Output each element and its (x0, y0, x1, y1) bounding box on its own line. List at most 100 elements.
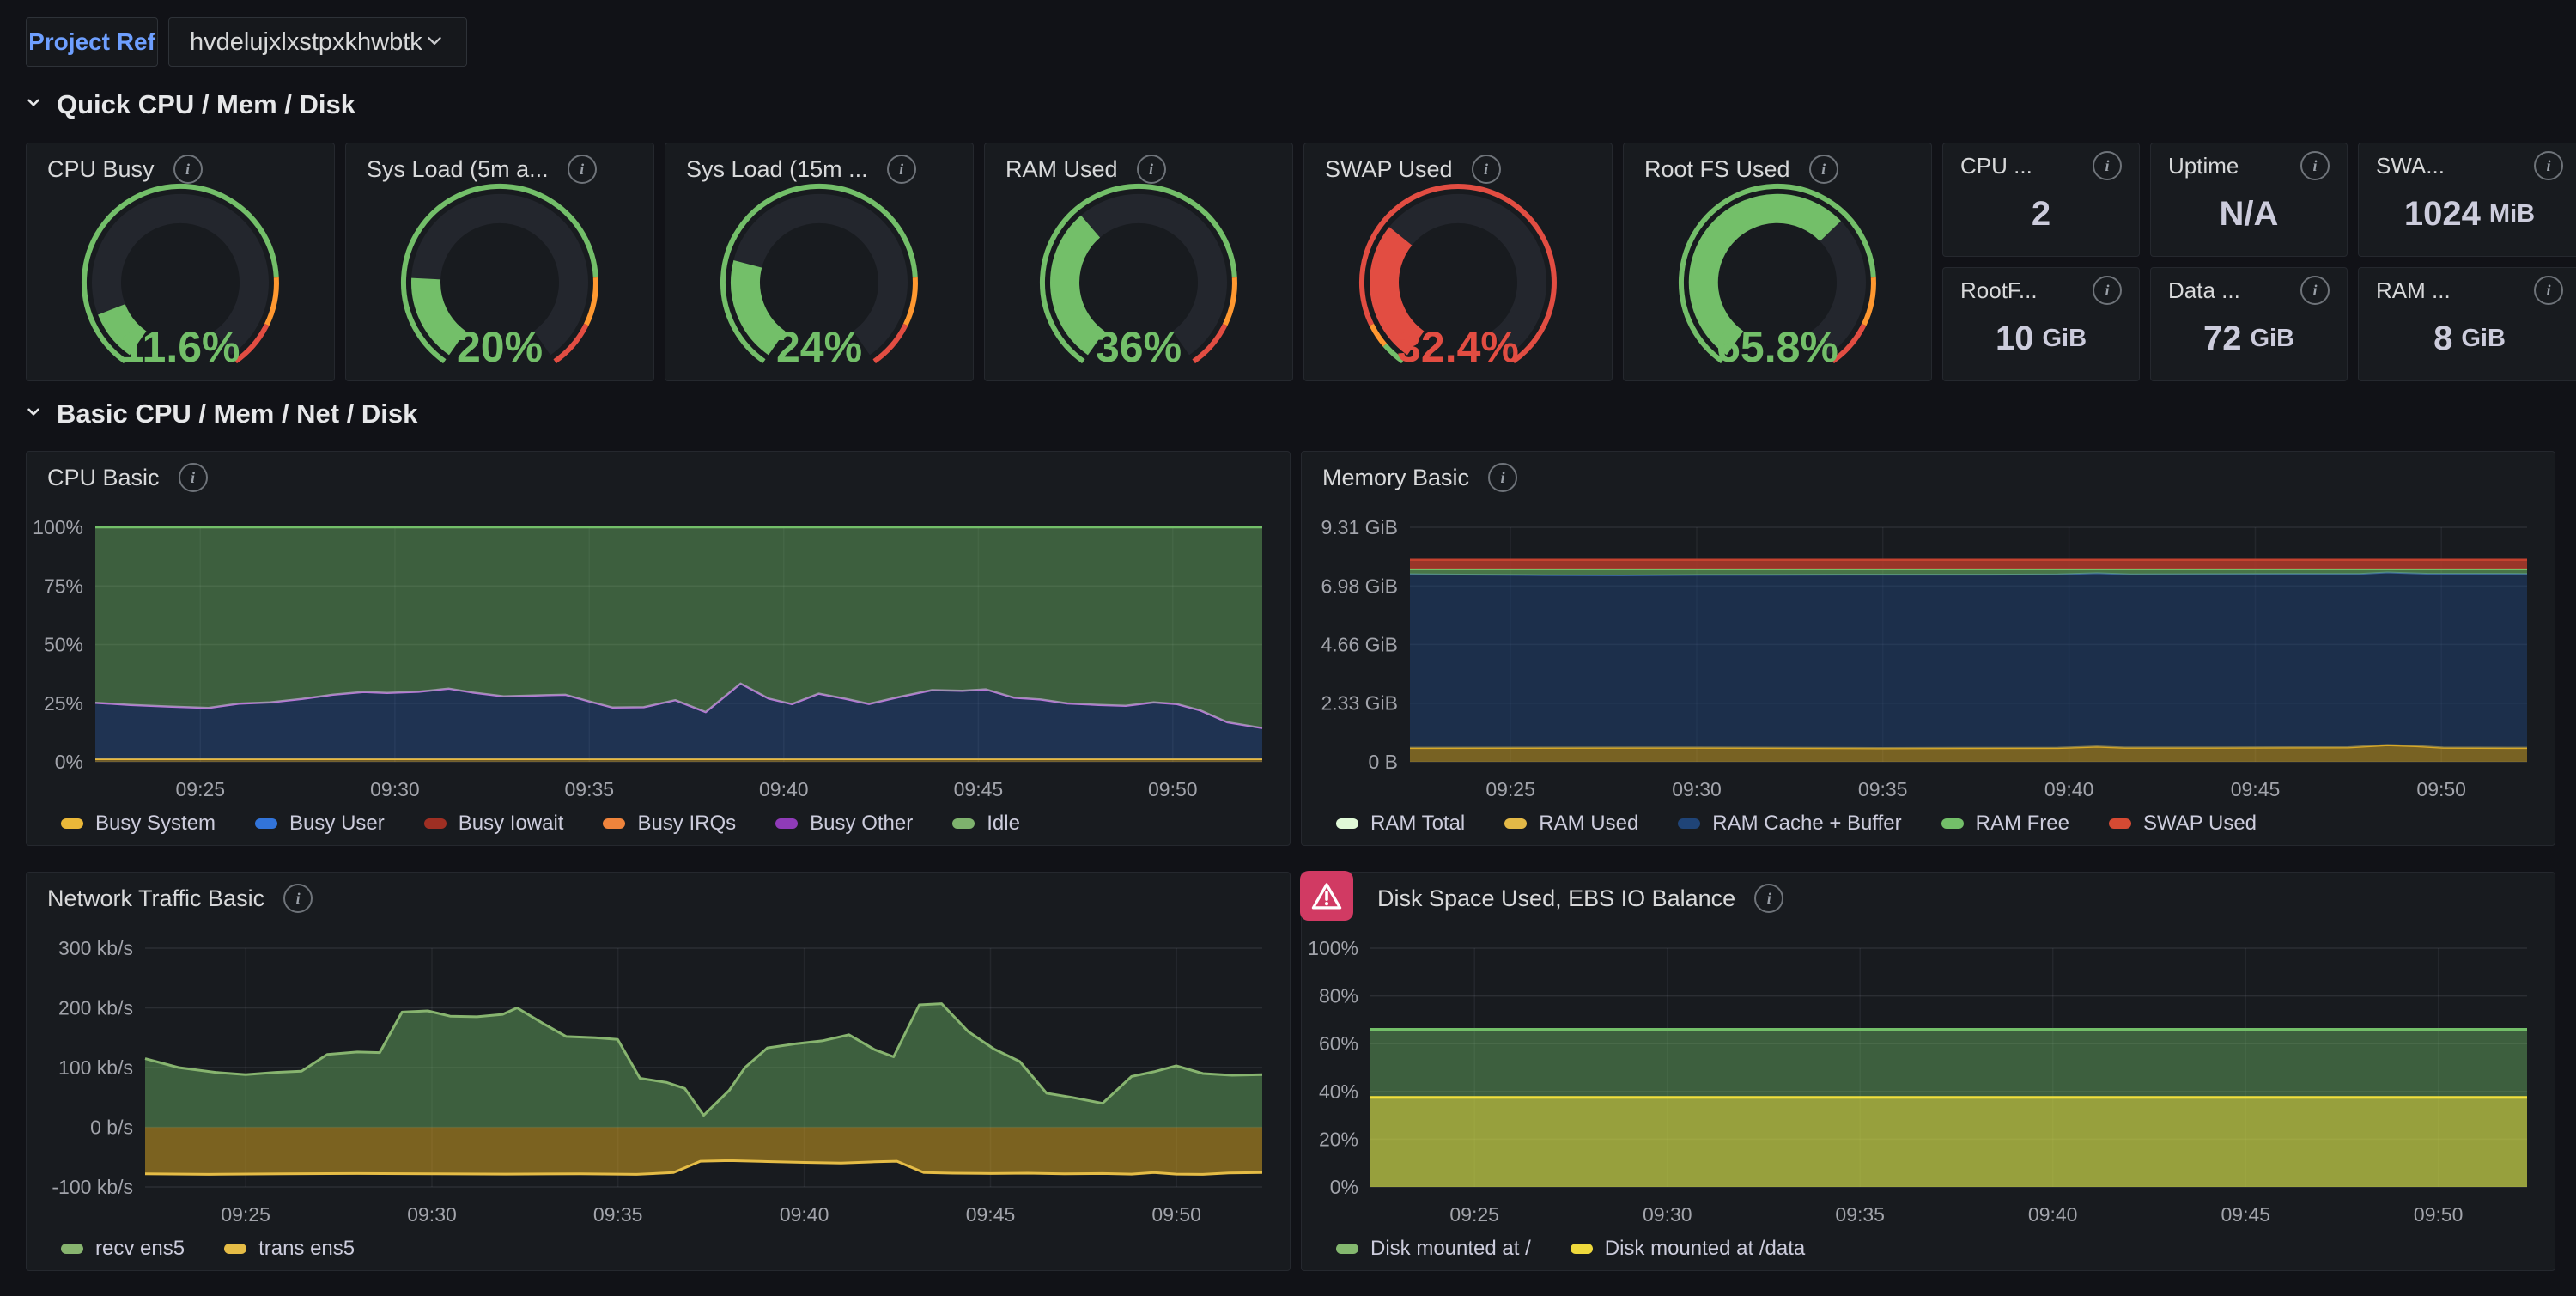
panel-title[interactable]: CPU Busy (47, 156, 155, 183)
panel-title[interactable]: Network Traffic Basic (47, 885, 264, 912)
svg-text:11.6%: 11.6% (120, 323, 240, 371)
legend-item-trans-ens5[interactable]: trans ens5 (224, 1237, 355, 1261)
panel-disk-space-used: Disk Space Used, EBS IO Balance i 0%20%4… (1301, 872, 2555, 1271)
info-icon[interactable]: i (1488, 463, 1517, 492)
panel-title[interactable]: Memory Basic (1322, 465, 1469, 491)
panel-rootf: RootF...i10GiB (1942, 267, 2140, 381)
panel-cpu: CPU ... i 2 (1942, 143, 2140, 257)
panel-title[interactable]: Disk Space Used, EBS IO Balance (1377, 885, 1735, 912)
info-icon[interactable]: i (1137, 155, 1166, 184)
panel-header: Network Traffic Basic i (27, 873, 1290, 924)
info-icon[interactable]: i (1754, 884, 1783, 913)
info-icon[interactable]: i (283, 884, 313, 913)
legend-label: RAM Free (1976, 812, 2069, 836)
info-icon[interactable]: i (179, 463, 208, 492)
panel-header: CPU Basic i (27, 452, 1290, 503)
info-icon[interactable]: i (2093, 276, 2122, 305)
panel-title[interactable]: RAM Used (1005, 156, 1118, 183)
panel-header: Data ... i (2151, 268, 2347, 313)
info-icon[interactable]: i (2534, 151, 2563, 180)
chart-legend: Disk mounted at / Disk mounted at /data (1336, 1237, 1844, 1261)
svg-text:100 kb/s: 100 kb/s (58, 1056, 133, 1079)
stat-value: 2 (1943, 181, 2139, 247)
legend-item-recv-ens5[interactable]: recv ens5 (61, 1237, 185, 1261)
info-icon[interactable]: i (2300, 151, 2330, 180)
stat-number: 72 (2203, 319, 2242, 358)
section-basic-cpu-mem-net-disk[interactable]: Basic CPU / Mem / Net / Disk (22, 399, 417, 429)
panel-title[interactable]: RAM ... (2376, 277, 2451, 304)
legend-item-busy-system[interactable]: Busy System (61, 812, 216, 836)
legend-item-ram-total[interactable]: RAM Total (1336, 812, 1465, 836)
legend-item-swap-used[interactable]: SWAP Used (2109, 812, 2257, 836)
panel-title[interactable]: Sys Load (5m a... (367, 156, 549, 183)
alert-warning-icon[interactable] (1300, 871, 1353, 921)
panel-header: CPU Busy i (27, 143, 334, 195)
panel-uptime: UptimeiN/A (2150, 143, 2348, 257)
info-icon[interactable]: i (2093, 151, 2122, 180)
project-ref-dropdown[interactable]: hvdelujxlxstpxkhwbtk (168, 17, 467, 67)
svg-text:09:35: 09:35 (593, 1203, 643, 1226)
cpu-basic-chart: 0%25%50%75%100%09:2509:3009:3509:4009:45… (27, 452, 1290, 845)
stat-number: 2 (2032, 195, 2050, 234)
legend-item-disk-mounted-at-data[interactable]: Disk mounted at /data (1571, 1237, 1805, 1261)
svg-text:09:45: 09:45 (966, 1203, 1016, 1226)
panel-title[interactable]: CPU Basic (47, 465, 160, 491)
panel-title[interactable]: Data ... (2168, 277, 2240, 304)
stat-unit: GiB (2250, 325, 2294, 353)
panel-sys-load-5m-a: Sys Load (5m a...i20% (345, 143, 654, 381)
legend-item-idle[interactable]: Idle (952, 812, 1020, 836)
info-icon[interactable]: i (2534, 276, 2563, 305)
svg-text:50%: 50% (44, 634, 83, 656)
svg-text:09:40: 09:40 (2028, 1203, 2078, 1226)
svg-text:09:50: 09:50 (2414, 1203, 2464, 1226)
panel-title[interactable]: Uptime (2168, 153, 2239, 179)
legend-item-ram-cache-buffer[interactable]: RAM Cache + Buffer (1678, 812, 1901, 836)
legend-item-busy-iowait[interactable]: Busy Iowait (424, 812, 564, 836)
panel-title[interactable]: CPU ... (1960, 153, 2032, 179)
info-icon[interactable]: i (887, 155, 916, 184)
project-ref-filter-label[interactable]: Project Ref (26, 17, 158, 67)
legend-color-chip (775, 818, 798, 829)
section-quick-cpu-mem-disk[interactable]: Quick CPU / Mem / Disk (22, 89, 355, 120)
stat-value: 1024MiB (2359, 181, 2576, 247)
panel-title[interactable]: SWA... (2376, 153, 2445, 179)
legend-label: Busy Iowait (459, 812, 564, 836)
info-icon[interactable]: i (173, 155, 203, 184)
stat-unit: GiB (2042, 325, 2087, 353)
info-icon[interactable]: i (1472, 155, 1501, 184)
legend-color-chip (1504, 818, 1527, 829)
legend-item-disk-mounted-at[interactable]: Disk mounted at / (1336, 1237, 1531, 1261)
legend-item-busy-other[interactable]: Busy Other (775, 812, 913, 836)
legend-item-ram-used[interactable]: RAM Used (1504, 812, 1638, 836)
panel-title[interactable]: Sys Load (15m ... (686, 156, 868, 183)
panel-title[interactable]: SWAP Used (1325, 156, 1453, 183)
panel-swa: SWA... i1024MiB (2358, 143, 2576, 257)
legend-item-busy-irqs[interactable]: Busy IRQs (603, 812, 736, 836)
svg-text:09:40: 09:40 (759, 778, 809, 800)
svg-text:09:45: 09:45 (2221, 1203, 2271, 1226)
panel-header: Sys Load (15m ... i (665, 143, 973, 195)
stat-number: 8 (2433, 319, 2452, 358)
stat-unit: MiB (2489, 200, 2535, 228)
svg-text:100%: 100% (1308, 937, 1358, 959)
chevron-down-icon (22, 89, 45, 120)
legend-item-busy-user[interactable]: Busy User (255, 812, 385, 836)
info-icon[interactable]: i (2300, 276, 2330, 305)
chart-legend: recv ens5 trans ens5 (61, 1237, 394, 1261)
info-icon[interactable]: i (568, 155, 597, 184)
legend-item-ram-free[interactable]: RAM Free (1941, 812, 2069, 836)
legend-label: Idle (987, 812, 1020, 836)
panel-header: SWAP Used i (1304, 143, 1612, 195)
svg-text:80%: 80% (1319, 985, 1358, 1007)
chevron-down-icon (423, 29, 446, 56)
svg-text:09:35: 09:35 (1835, 1203, 1885, 1226)
panel-title[interactable]: RootF... (1960, 277, 2038, 304)
legend-label: Disk mounted at / (1370, 1237, 1531, 1261)
panel-header: Uptime i (2151, 143, 2347, 188)
legend-color-chip (224, 1244, 246, 1254)
project-ref-label: Project Ref (28, 28, 155, 56)
stat-value: 72 GiB (2151, 306, 2347, 372)
panel-title[interactable]: Root FS Used (1644, 156, 1790, 183)
panel-header: SWA... i (2359, 143, 2576, 188)
info-icon[interactable]: i (1809, 155, 1838, 184)
